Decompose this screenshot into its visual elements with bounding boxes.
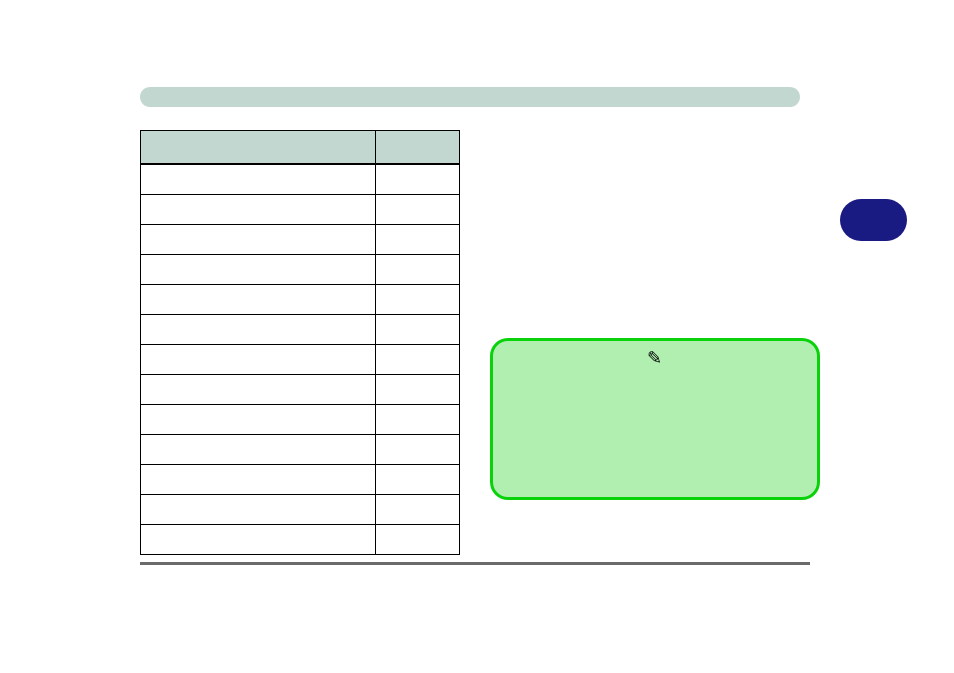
- table-cell: [141, 375, 376, 405]
- table-cell: [141, 345, 376, 375]
- table-cell: [376, 375, 460, 405]
- table-header-cell: [376, 131, 460, 165]
- table-cell: [141, 465, 376, 495]
- pencil-icon: ✎: [647, 348, 662, 369]
- table-row: [141, 465, 460, 495]
- table-row: [141, 525, 460, 555]
- table-cell: [141, 405, 376, 435]
- table-row: [141, 164, 460, 195]
- table-header-row: [141, 131, 460, 165]
- table-row: [141, 225, 460, 255]
- table-cell: [376, 345, 460, 375]
- table-row: [141, 435, 460, 465]
- table-cell: [141, 315, 376, 345]
- table-row: [141, 495, 460, 525]
- header-bar: [140, 87, 800, 107]
- table-cell: [141, 495, 376, 525]
- table-cell: [141, 285, 376, 315]
- table-cell: [376, 465, 460, 495]
- table-cell: [141, 225, 376, 255]
- table-header-cell: [141, 131, 376, 165]
- table-row: [141, 195, 460, 225]
- table-cell: [141, 164, 376, 195]
- table-cell: [376, 285, 460, 315]
- table-row: [141, 375, 460, 405]
- table-row: [141, 405, 460, 435]
- data-table: [140, 130, 460, 555]
- divider-rule: [140, 562, 810, 565]
- table-cell: [376, 315, 460, 345]
- table-cell: [376, 495, 460, 525]
- table-cell: [376, 435, 460, 465]
- table-cell: [376, 405, 460, 435]
- table-row: [141, 285, 460, 315]
- table-row: [141, 315, 460, 345]
- primary-pill-button[interactable]: [840, 199, 907, 241]
- table-row: [141, 345, 460, 375]
- table-cell: [376, 225, 460, 255]
- table-row: [141, 255, 460, 285]
- table-cell: [376, 255, 460, 285]
- table-cell: [141, 195, 376, 225]
- table-cell: [376, 195, 460, 225]
- table-cell: [376, 525, 460, 555]
- table-cell: [376, 164, 460, 195]
- table-cell: [141, 525, 376, 555]
- table-cell: [141, 435, 376, 465]
- table-cell: [141, 255, 376, 285]
